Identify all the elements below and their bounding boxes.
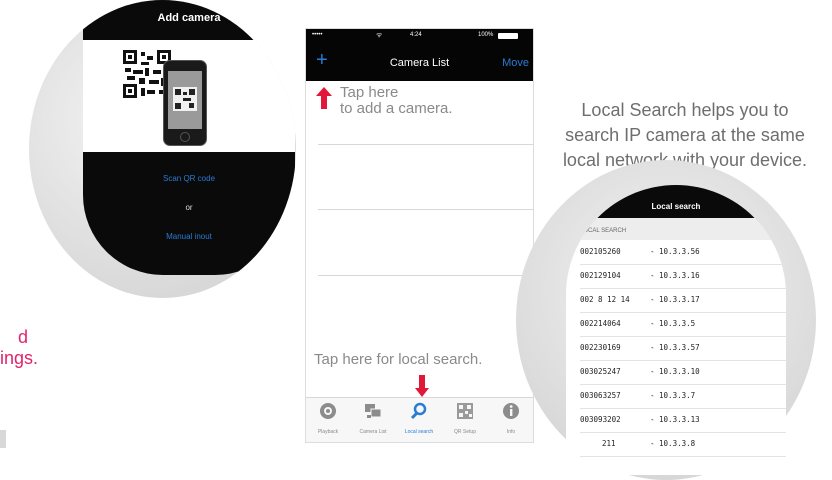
add-camera-screen: Add camera Scan QR code or Manual inout — [83, 0, 295, 275]
list-item[interactable]: 211 - 10.3.3.8 — [580, 432, 786, 457]
device-ip: - 10.3.3.7 — [650, 391, 696, 400]
list-item[interactable]: 002105260 - 10.3.3.56 — [580, 240, 786, 265]
device-ip: - 10.3.3.16 — [650, 271, 700, 280]
wifi-icon: ᯤ — [376, 32, 383, 39]
battery-percent: 100% — [478, 32, 494, 38]
playback-icon — [320, 403, 336, 419]
qr-icon — [457, 403, 473, 419]
device-ip: - 10.3.3.56 — [650, 247, 700, 256]
tab-label: Local search — [404, 429, 434, 435]
caption-line2: search IP camera at the same — [565, 125, 805, 145]
status-bar: ••••• ᯤ 4:24 100% — [306, 29, 533, 45]
tab-playback[interactable]: Playback — [306, 402, 350, 435]
list-item[interactable]: 003063257 - 10.3.3.7 — [580, 384, 786, 409]
nav-bar: + Camera List Move — [306, 45, 533, 81]
device-id: 003025247 — [580, 367, 621, 376]
list-item[interactable]: 002129104 - 10.3.3.16 — [580, 264, 786, 289]
camera-list-icon — [365, 404, 382, 418]
qr-illustration — [83, 40, 295, 152]
search-icon — [410, 402, 427, 420]
status-time: 4:24 — [410, 32, 422, 38]
down-arrow-icon — [415, 375, 429, 397]
section-header: LOCAL SEARCH — [566, 218, 786, 240]
phone-illustration — [163, 60, 207, 146]
battery-icon — [498, 33, 518, 39]
list-item[interactable]: 003025247 - 10.3.3.10 — [580, 360, 786, 385]
add-hint-line1: Tap here — [340, 84, 399, 101]
device-id: 211 — [602, 439, 616, 448]
up-arrow-icon — [316, 87, 332, 109]
device-id: 002129104 — [580, 271, 621, 280]
list-item[interactable]: 002214064 - 10.3.3.5 — [580, 312, 786, 337]
local-search-title: Local search — [566, 185, 786, 218]
list-divider — [318, 144, 533, 145]
add-hint-line2: to add a camera. — [340, 100, 453, 117]
tab-camera-list[interactable]: Camera List — [351, 402, 395, 435]
list-item[interactable]: 002230169 - 10.3.3.57 — [580, 336, 786, 361]
device-id: 002105260 — [580, 247, 621, 256]
nav-title: Camera List — [389, 57, 450, 69]
device-ip: - 10.3.3.13 — [650, 415, 700, 424]
list-item[interactable]: 003093202 - 10.3.3.13 — [580, 408, 786, 433]
device-ip: - 10.3.3.8 — [650, 439, 696, 448]
caption-line1: Local Search helps you to — [581, 100, 789, 120]
device-ip: - 10.3.3.17 — [650, 295, 700, 304]
list-item[interactable]: 002 8 12 14 - 10.3.3.17 — [580, 288, 786, 313]
local-search-screen: Local search LOCAL SEARCH 002105260 - 10.… — [566, 185, 786, 475]
tab-label: QR Setup — [454, 429, 476, 435]
device-id: 003063257 — [580, 391, 621, 400]
camera-list-screen: ••••• ᯤ 4:24 100% + Camera List Move Tap… — [305, 28, 534, 443]
device-id: 002 8 12 14 — [580, 295, 630, 304]
add-camera-title: Add camera — [83, 0, 295, 40]
or-label: or — [185, 203, 193, 212]
tab-label: Playback — [317, 429, 339, 435]
local-search-list: LOCAL SEARCH 002105260 - 10.3.3.56 002129… — [566, 218, 786, 475]
add-hint[interactable]: Tap here to add a camera. — [340, 85, 453, 117]
search-hint[interactable]: Tap here for local search. — [314, 351, 482, 368]
device-id: 003093202 — [580, 415, 621, 424]
device-ip: - 10.3.3.57 — [650, 343, 700, 352]
add-camera-actions: Scan QR code or Manual inout — [83, 152, 295, 275]
left-caption-line2: ings. — [0, 348, 39, 368]
tab-qr-setup[interactable]: QR Setup — [443, 402, 487, 435]
signal-indicator: ••••• — [312, 32, 323, 38]
tab-label: Camera List — [359, 429, 387, 435]
device-ip: - 10.3.3.5 — [650, 319, 696, 328]
tab-bar: Playback Camera List Local search QR Set… — [306, 397, 533, 442]
add-camera-circle: Add camera Scan QR code or Manual inout — [29, 0, 296, 298]
manual-input-button[interactable]: Manual inout — [83, 232, 295, 241]
move-button[interactable]: Move — [502, 57, 529, 69]
device-id: 002230169 — [580, 343, 621, 352]
left-edge-fragment — [0, 430, 6, 448]
tab-local-search[interactable]: Local search — [397, 402, 441, 435]
list-divider — [318, 209, 533, 210]
left-caption-line1: d — [18, 327, 29, 347]
list-divider — [318, 275, 533, 276]
device-ip: - 10.3.3.10 — [650, 367, 700, 376]
local-search-circle: Local search LOCAL SEARCH 002105260 - 10.… — [516, 160, 832, 480]
scan-qr-button[interactable]: Scan QR code — [83, 174, 295, 183]
device-id: 002214064 — [580, 319, 621, 328]
